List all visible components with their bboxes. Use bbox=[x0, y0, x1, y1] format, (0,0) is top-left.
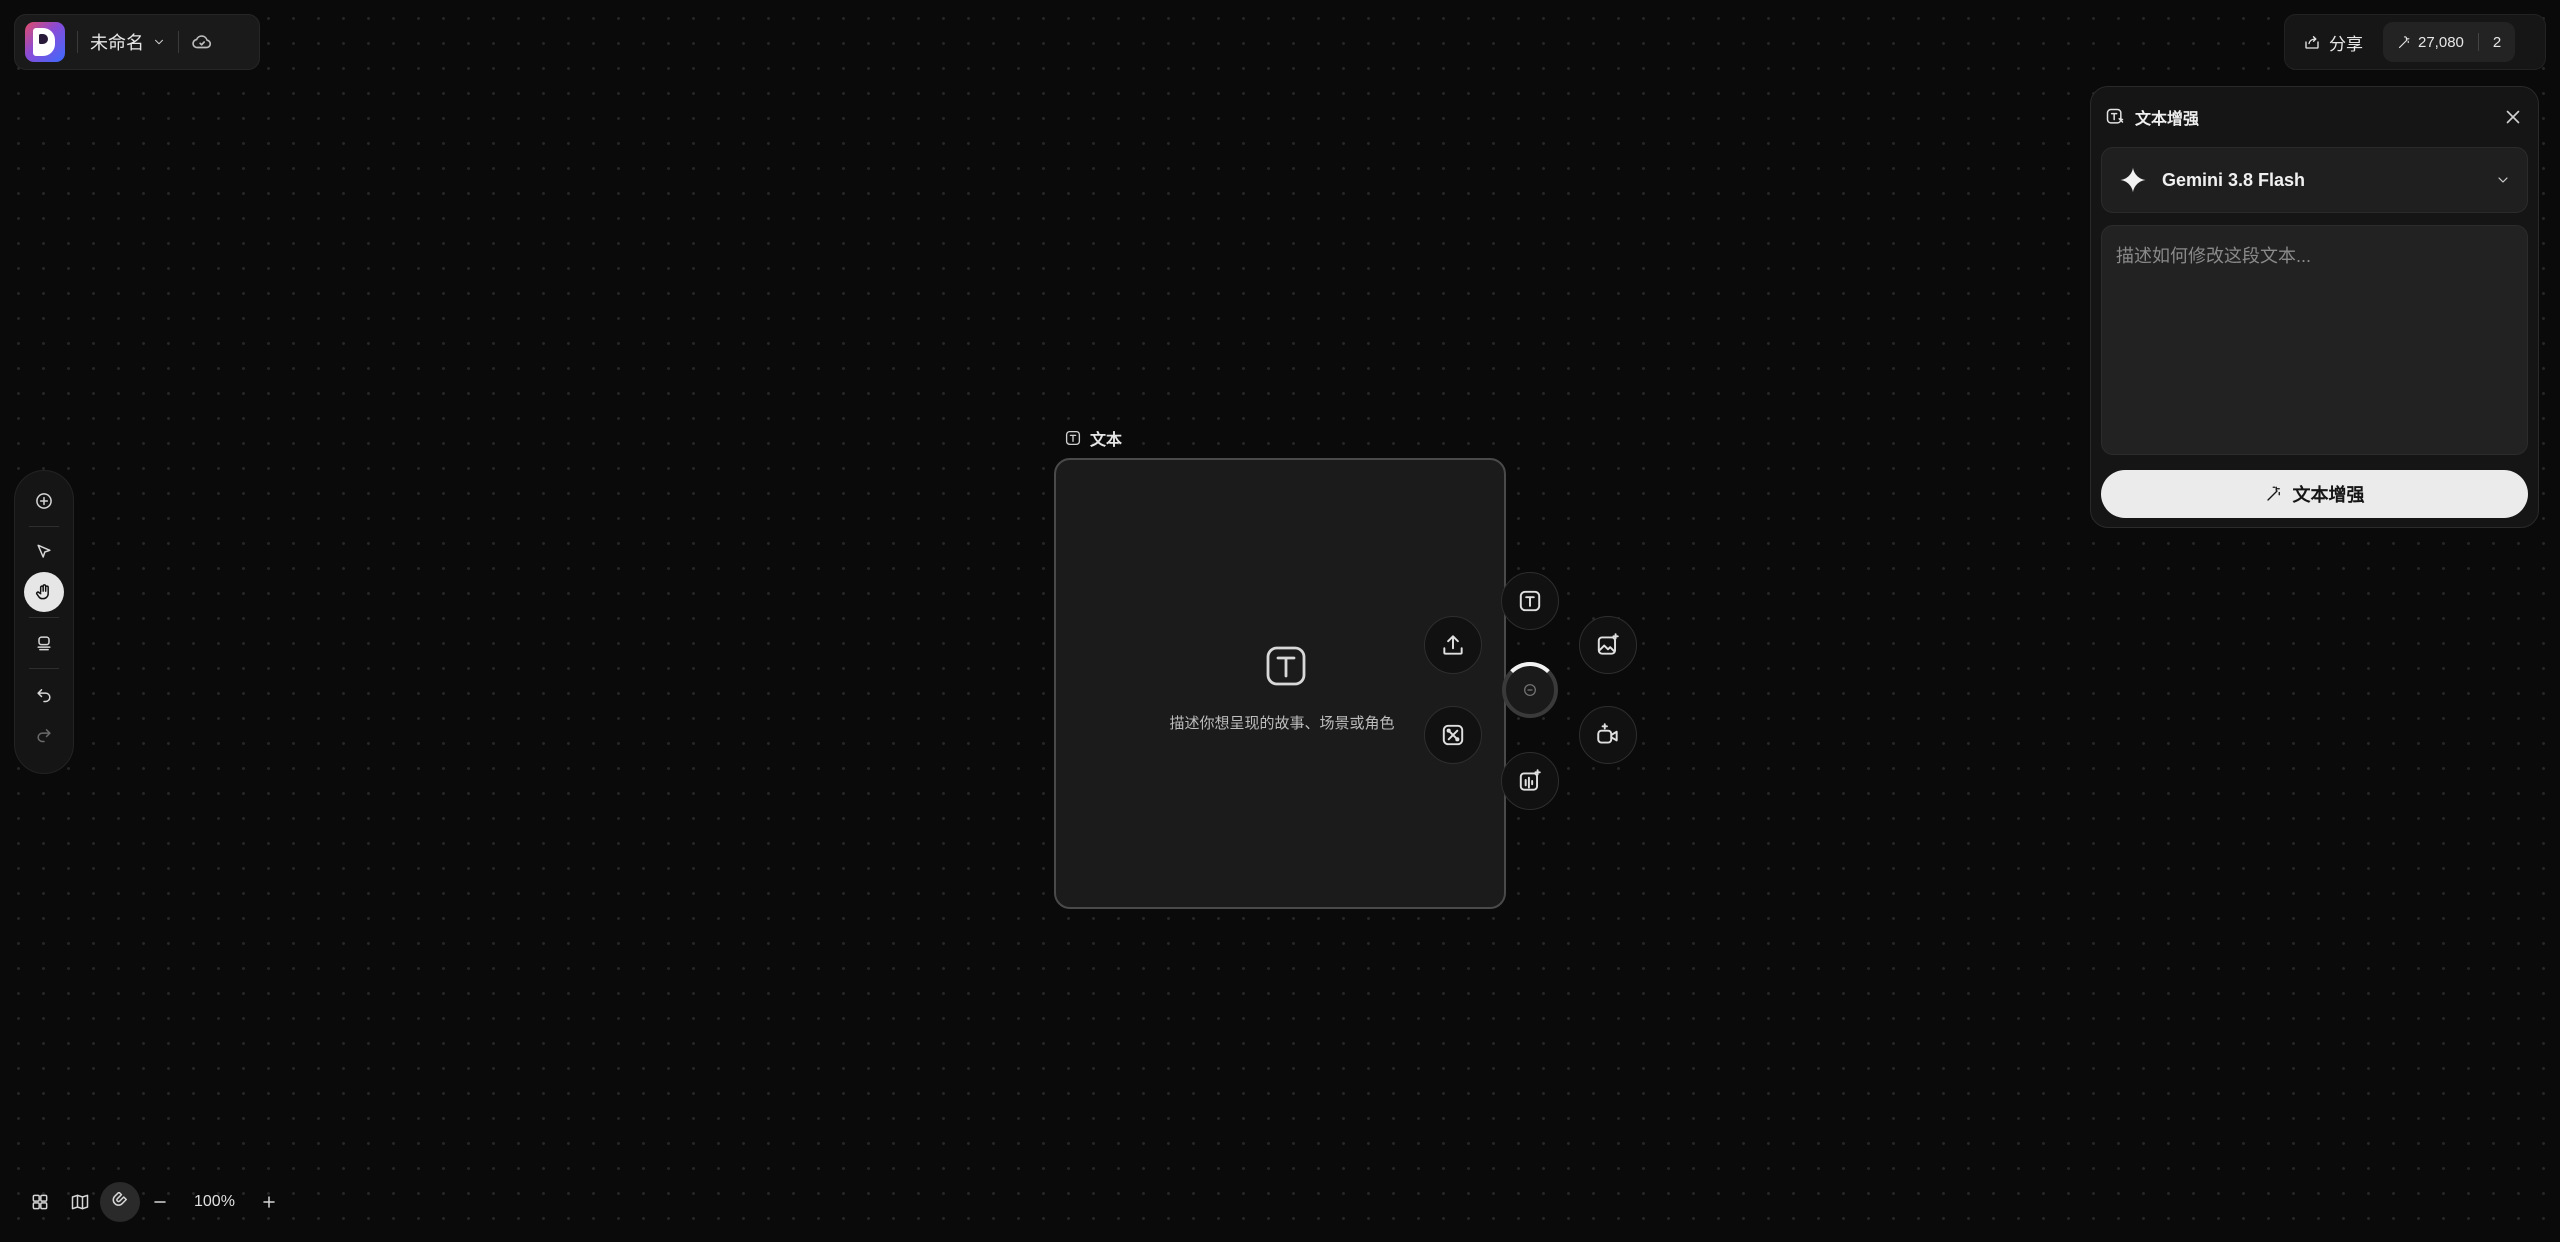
divider bbox=[178, 31, 179, 53]
close-icon[interactable] bbox=[2502, 106, 2524, 128]
prompt-input[interactable] bbox=[2101, 225, 2528, 455]
chevron-down-icon bbox=[2498, 177, 2508, 183]
plus-icon bbox=[263, 1196, 275, 1208]
node-label-text: 文本 bbox=[1090, 432, 1123, 449]
add-image-node-button[interactable] bbox=[1579, 616, 1637, 674]
video-generate-icon bbox=[1597, 723, 1618, 744]
notification-count: 2 bbox=[2492, 33, 2502, 51]
text-node-icon bbox=[1266, 646, 1306, 686]
stamp-icon bbox=[37, 636, 51, 651]
hand-pan-icon bbox=[35, 584, 49, 600]
file-title-dropdown[interactable]: 未命名 bbox=[90, 29, 166, 55]
connector-arc bbox=[1502, 662, 1558, 718]
model-select[interactable]: Gemini 3.8 Flash bbox=[2101, 147, 2528, 213]
magnet-snap-icon bbox=[112, 1192, 127, 1206]
text-enhance-button[interactable]: 文本增强 bbox=[2101, 470, 2528, 518]
bottom-bar: 100% bbox=[20, 1182, 289, 1222]
minimap-button[interactable] bbox=[60, 1182, 100, 1222]
stamp-tool[interactable] bbox=[24, 623, 64, 663]
credits-count: 27,080 bbox=[2418, 33, 2464, 51]
text-node[interactable]: 描述你想呈现的故事、场景或角色 bbox=[1054, 458, 1506, 909]
text-node-icon bbox=[1519, 590, 1541, 612]
redo-icon bbox=[37, 729, 51, 743]
map-icon bbox=[71, 1194, 89, 1210]
undo-button[interactable] bbox=[24, 674, 64, 714]
hand-tool[interactable] bbox=[24, 572, 64, 612]
select-pointer-icon bbox=[37, 544, 51, 558]
cloud-sync-icon[interactable] bbox=[191, 31, 213, 53]
gemini-sparkle-icon bbox=[2120, 167, 2146, 193]
share-icon bbox=[2305, 36, 2319, 49]
model-name: Gemini 3.8 Flash bbox=[2162, 169, 2306, 190]
select-tool[interactable] bbox=[24, 532, 64, 572]
zoom-out-button[interactable] bbox=[140, 1182, 180, 1222]
left-toolbar bbox=[14, 470, 74, 774]
node-label[interactable]: 文本 bbox=[1064, 426, 1122, 450]
divider bbox=[29, 668, 59, 669]
divider bbox=[29, 617, 59, 618]
upload-icon bbox=[1443, 635, 1463, 655]
image-generate-icon bbox=[1597, 633, 1619, 655]
upload-button[interactable] bbox=[1424, 616, 1482, 674]
share-button[interactable]: 分享 bbox=[2291, 22, 2375, 62]
minus-icon bbox=[154, 1201, 166, 1203]
shuffle-icon bbox=[1442, 724, 1464, 746]
add-text-node-button[interactable] bbox=[1501, 572, 1559, 630]
snap-button[interactable] bbox=[100, 1182, 140, 1222]
app-logo[interactable] bbox=[25, 22, 65, 62]
zoom-level[interactable]: 100% bbox=[180, 1193, 249, 1211]
undo-icon bbox=[37, 689, 51, 703]
add-audio-node-button[interactable] bbox=[1501, 752, 1559, 810]
text-enhance-icon bbox=[2106, 108, 2124, 124]
panel-title: 文本增强 bbox=[2135, 111, 2200, 128]
panel-header: 文本增强 bbox=[2101, 87, 2528, 147]
top-right-bar: 分享 27,080 2 bbox=[2284, 14, 2546, 70]
file-title: 未命名 bbox=[90, 33, 144, 53]
divider bbox=[29, 526, 59, 527]
add-icon bbox=[36, 493, 52, 509]
shuffle-button[interactable] bbox=[1424, 706, 1482, 764]
divider bbox=[2477, 33, 2479, 51]
redo-button[interactable] bbox=[24, 714, 64, 754]
connector-handle[interactable] bbox=[1502, 662, 1558, 718]
credits-pill[interactable]: 27,080 2 bbox=[2383, 22, 2516, 62]
magic-wand-icon bbox=[2266, 486, 2280, 501]
text-node-icon bbox=[1065, 430, 1081, 446]
share-label: 分享 bbox=[2329, 34, 2363, 54]
grid-layout-icon bbox=[32, 1194, 48, 1210]
chevron-down-icon bbox=[154, 39, 164, 45]
magic-wand-icon bbox=[2398, 35, 2410, 48]
audio-generate-icon bbox=[1519, 769, 1541, 791]
add-node-button[interactable] bbox=[24, 481, 64, 521]
text-enhance-panel: 文本增强 Gemini 3.8 Flash 文本增强 bbox=[2090, 86, 2539, 528]
layout-button[interactable] bbox=[20, 1182, 60, 1222]
text-enhance-button-label: 文本增强 bbox=[2292, 485, 2365, 505]
file-bar: 未命名 bbox=[14, 14, 260, 70]
add-video-node-button[interactable] bbox=[1579, 706, 1637, 764]
divider bbox=[77, 31, 78, 53]
zoom-in-button[interactable] bbox=[249, 1182, 289, 1222]
